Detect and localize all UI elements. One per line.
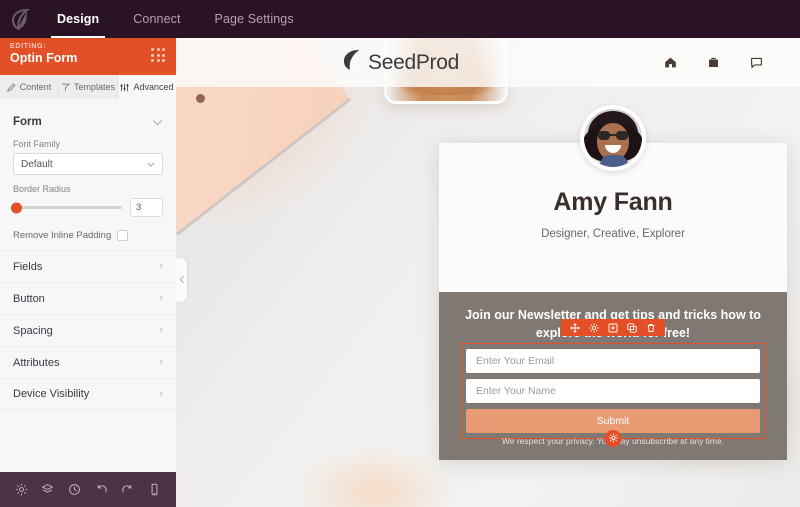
chevron-down-icon[interactable]	[152, 113, 163, 131]
sidebar-title: Optin Form	[10, 51, 78, 65]
remove-inline-padding-checkbox[interactable]	[117, 230, 129, 241]
preview-brand-label: SeedProd	[368, 50, 460, 74]
remove-inline-padding-label: Remove Inline Padding	[13, 230, 112, 241]
border-radius-input[interactable]: 3	[130, 198, 163, 217]
optin-card: Amy Fann Designer, Creative, Explorer Jo…	[439, 105, 787, 460]
name-field[interactable]: Enter Your Name	[466, 379, 760, 403]
redo-icon[interactable]	[121, 483, 134, 496]
sidebar-body: Form Font Family Default Border Radius 3…	[0, 99, 176, 472]
remove-inline-padding-row: Remove Inline Padding	[0, 226, 176, 241]
font-family-field: Font Family Default	[0, 139, 176, 175]
element-toolbar	[561, 319, 665, 336]
seedprod-leaf-logo-icon[interactable]	[0, 0, 40, 38]
sidebar-tab-content[interactable]: Content	[0, 75, 59, 99]
form-section-header[interactable]: Form	[0, 99, 176, 139]
history-icon[interactable]	[68, 483, 81, 496]
delete-icon[interactable]	[646, 323, 656, 333]
accordion-label-attributes: Attributes	[13, 356, 60, 369]
profile-subtitle: Designer, Creative, Explorer	[541, 228, 685, 240]
name-field-placeholder: Enter Your Name	[476, 385, 556, 397]
nav-tab-page-settings[interactable]: Page Settings	[198, 0, 311, 38]
accordion-label-fields: Fields	[13, 260, 43, 273]
background-glow-bottom	[296, 447, 456, 507]
seedprod-page-builder: Design Connect Page Settings EDITING: Op…	[0, 0, 800, 507]
form-section-title: Form	[13, 116, 42, 128]
chevron-right-icon: ›	[159, 356, 163, 368]
home-icon[interactable]	[664, 56, 677, 69]
gear-icon[interactable]	[15, 483, 28, 496]
sidebar-header: EDITING: Optin Form	[0, 38, 176, 75]
settings-sidebar: EDITING: Optin Form Content Templates Ad…	[0, 38, 176, 507]
preview-brand[interactable]: SeedProd	[342, 49, 459, 76]
chevron-right-icon: ›	[159, 324, 163, 336]
border-radius-slider[interactable]	[11, 202, 122, 213]
font-family-value: Default	[21, 158, 53, 170]
background-dot-decoration	[196, 94, 205, 103]
layers-icon[interactable]	[41, 483, 54, 496]
save-icon[interactable]	[608, 323, 618, 333]
sidebar-tab-templates[interactable]: Templates	[59, 75, 118, 99]
mobile-icon[interactable]	[148, 483, 161, 496]
sidebar-collapse-handle[interactable]	[176, 258, 187, 302]
avatar	[580, 105, 646, 171]
sidebar-tab-bar: Content Templates Advanced	[0, 75, 176, 99]
preview-page-nav	[664, 56, 763, 69]
sliders-icon	[120, 83, 130, 92]
accordion-item-fields[interactable]: Fields ›	[0, 250, 176, 282]
move-icon[interactable]	[570, 322, 580, 333]
top-navigation-bar: Design Connect Page Settings	[0, 0, 800, 38]
user-avatar-photo-icon	[584, 109, 642, 167]
optin-form: Enter Your Email Enter Your Name Submit	[460, 343, 766, 447]
chevron-left-icon	[179, 271, 185, 289]
duplicate-icon[interactable]	[627, 322, 637, 333]
accordion-item-attributes[interactable]: Attributes ›	[0, 346, 176, 378]
chevron-down-icon	[147, 159, 155, 170]
editing-label: EDITING:	[10, 43, 47, 50]
sidebar-tab-templates-label: Templates	[73, 82, 116, 92]
font-family-select[interactable]: Default	[13, 153, 163, 175]
nav-tab-design[interactable]: Design	[40, 0, 116, 38]
accordion-label-spacing: Spacing	[13, 324, 53, 337]
email-field-placeholder: Enter Your Email	[476, 355, 555, 367]
sidebar-tab-content-label: Content	[19, 82, 52, 92]
sidebar-tab-advanced-label: Advanced	[133, 82, 174, 92]
seedprod-leaf-logo-icon	[342, 49, 362, 76]
accordion-item-device-visibility[interactable]: Device Visibility ›	[0, 378, 176, 410]
accordion-label-button: Button	[13, 292, 45, 305]
drag-grid-icon[interactable]	[151, 48, 166, 63]
border-radius-field: Border Radius 3	[0, 184, 176, 217]
accordion-item-spacing[interactable]: Spacing ›	[0, 314, 176, 346]
briefcase-icon[interactable]	[707, 56, 720, 69]
border-radius-slider-knob[interactable]	[11, 202, 22, 213]
chevron-right-icon: ›	[159, 260, 163, 272]
preview-canvas: SeedProd Amy Fann Designer, Creative, Ex…	[176, 38, 800, 507]
email-field[interactable]: Enter Your Email	[466, 349, 760, 373]
settings-gear-icon[interactable]	[589, 323, 599, 333]
chevron-right-icon: ›	[159, 387, 163, 400]
border-radius-value: 3	[136, 202, 142, 213]
profile-name: Amy Fann	[553, 188, 673, 216]
element-settings-badge[interactable]	[604, 430, 622, 448]
accordion-label-device-visibility: Device Visibility	[13, 388, 90, 400]
submit-button-label: Submit	[596, 415, 630, 427]
nav-tab-connect[interactable]: Connect	[116, 0, 197, 38]
chat-icon[interactable]	[750, 56, 763, 69]
border-radius-label: Border Radius	[13, 184, 71, 194]
preview-page-header: SeedProd	[176, 38, 800, 87]
accordion-item-button[interactable]: Button ›	[0, 282, 176, 314]
templates-icon	[61, 83, 70, 92]
nav-tab-page-settings-label: Page Settings	[214, 12, 294, 26]
chevron-right-icon: ›	[159, 292, 163, 304]
nav-tab-connect-label: Connect	[133, 12, 181, 26]
newsletter-section: Join our Newsletter and get tips and tri…	[439, 292, 787, 460]
undo-icon[interactable]	[95, 483, 108, 496]
pencil-icon	[6, 82, 16, 92]
settings-accordion: Fields › Button › Spacing › Attributes ›…	[0, 250, 176, 410]
sidebar-tab-advanced[interactable]: Advanced	[118, 75, 176, 99]
nav-tab-design-label: Design	[57, 12, 100, 26]
sidebar-footer-toolbar	[0, 472, 176, 507]
settings-gear-icon	[608, 430, 618, 448]
font-family-label: Font Family	[13, 139, 61, 149]
